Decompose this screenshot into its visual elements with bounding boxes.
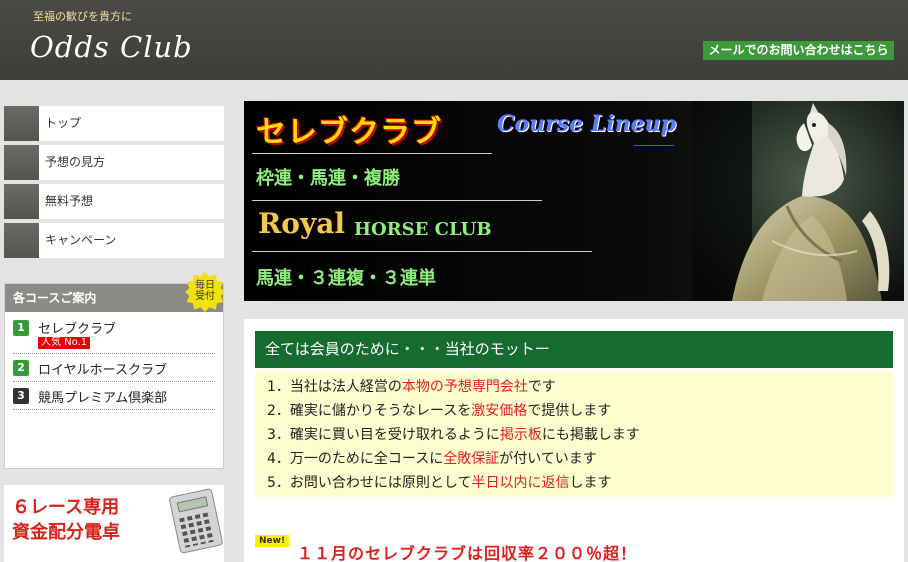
nav-square-icon	[4, 223, 39, 258]
badge-line-1: 毎日	[195, 280, 215, 291]
horse-portrait-image	[692, 101, 904, 301]
banner-divider	[252, 200, 542, 201]
motto-item-text: 4．万一のために全コースに	[267, 451, 444, 467]
nav-item-label: 無料予想	[45, 194, 94, 208]
calculator-screen	[176, 496, 209, 513]
course-label: ロイヤルホースクラブ	[38, 363, 167, 378]
motto-item-text: で提供します	[527, 403, 612, 419]
course-number: 2	[13, 360, 29, 376]
motto-item: 3．確実に買い目を受け取れるように掲示板にも掲載します	[255, 423, 893, 447]
email-contact-button[interactable]: メールでのお問い合わせはこちら	[703, 41, 894, 60]
calculator-keys	[179, 511, 217, 548]
popular-tag: 人気 No.1	[38, 337, 91, 349]
nav-item-how-to-read[interactable]: 予想の見方	[4, 145, 224, 180]
sidebar-nav: トップ 予想の見方 無料予想 キャンペーン	[4, 106, 224, 262]
motto-item-text: 2．確実に儲かりそうなレースを	[267, 403, 472, 419]
nav-square-icon	[4, 184, 39, 219]
motto-item-text: 5．お問い合わせには原則として	[267, 475, 472, 491]
motto-item-highlight: 半日以内に返信	[471, 475, 570, 491]
badge-line-2: 受付	[195, 291, 215, 302]
nav-item-label: キャンペーン	[45, 233, 117, 247]
course-label: 競馬プレミアム倶楽部	[38, 391, 168, 406]
course-number: 3	[13, 388, 29, 404]
nav-item-campaign[interactable]: キャンペーン	[4, 223, 224, 258]
motto-item: 2．確実に儲かりそうなレースを激安価格で提供します	[255, 399, 893, 423]
motto-item-highlight: 激安価格	[471, 403, 528, 419]
banner-horse-club: HORSE CLUB	[354, 219, 492, 240]
nav-square-icon	[4, 145, 39, 180]
motto-item-text: 1．当社は法人経営の	[267, 379, 402, 395]
course-item-royal[interactable]: 2 ロイヤルホースクラブ	[13, 354, 215, 382]
nav-item-label: 予想の見方	[45, 155, 106, 169]
course-item-celeb[interactable]: 1 セレブクラブ 人気 No.1	[13, 312, 215, 354]
motto-item-text: です	[527, 379, 556, 395]
site-header: 至福の歓びを貴方に Odds Club メールでのお問い合わせはこちら	[0, 0, 908, 80]
motto-item-text: 3．確実に買い目を受け取れるように	[267, 427, 500, 443]
new-badge: New!	[255, 535, 290, 547]
content-panel: 全ては会員のために・・・当社のモットー 1．当社は法人経営の本物の予想専門会社で…	[244, 319, 904, 562]
motto-list: 1．当社は法人経営の本物の予想専門会社です 2．確実に儲かりそうなレースを激安価…	[255, 371, 893, 497]
banner-celeb-bets: 枠連・馬連・複勝	[256, 168, 400, 189]
nav-item-free-picks[interactable]: 無料予想	[4, 184, 224, 219]
banner-divider	[252, 153, 492, 154]
motto-item: 1．当社は法人経営の本物の予想専門会社です	[255, 375, 893, 399]
nav-square-icon	[4, 106, 39, 141]
course-item-premium[interactable]: 3 競馬プレミアム倶楽部	[13, 382, 215, 410]
nav-item-label: トップ	[45, 116, 82, 130]
course-lineup-banner[interactable]: セレブクラブ Course Lineup 枠連・馬連・複勝 Royal HORS…	[244, 101, 904, 301]
course-number: 1	[13, 320, 29, 336]
motto-item-text: が付いています	[499, 451, 597, 467]
banner-royal-title: Royal	[258, 207, 345, 240]
site-tagline: 至福の歓びを貴方に	[33, 10, 132, 23]
motto-heading: 全ては会員のために・・・当社のモットー	[255, 331, 893, 368]
banner-royal-bets: 馬連・３連複・３連単	[256, 268, 436, 289]
banner-celeb-title: セレブクラブ	[256, 115, 442, 150]
motto-item-highlight: 掲示板	[499, 427, 542, 443]
banner-course-lineup: Course Lineup	[497, 111, 677, 137]
motto-item-text: にも掲載します	[541, 427, 640, 443]
motto-item-text: します	[569, 475, 612, 491]
nav-item-top[interactable]: トップ	[4, 106, 224, 141]
banner-underline	[634, 145, 674, 146]
news-headline[interactable]: １１月のセレブクラブは回収率２００％超！	[297, 540, 637, 562]
calc-line-2: 資金配分電卓	[12, 522, 120, 543]
course-guide-box: 各コースご案内 毎日 受付 1 セレブクラブ 人気 No.1 2 ロイヤルホース…	[4, 272, 225, 469]
motto-item: 4．万一のために全コースに全敗保証が付いています	[255, 447, 893, 471]
calc-line-1: ６レース専用	[12, 497, 120, 518]
motto-item-highlight: 本物の予想専門会社	[401, 379, 528, 395]
course-label: セレブクラブ	[38, 322, 117, 337]
motto-item: 5．お問い合わせには原則として半日以内に返信します	[255, 471, 893, 495]
banner-divider	[252, 251, 592, 252]
calculator-banner[interactable]: ６レース専用 資金配分電卓	[4, 485, 224, 562]
calculator-banner-text: ６レース専用 資金配分電卓	[12, 495, 120, 545]
site-logo[interactable]: Odds Club	[30, 30, 193, 64]
calculator-icon	[168, 488, 224, 554]
motto-item-highlight: 全敗保証	[443, 451, 500, 467]
